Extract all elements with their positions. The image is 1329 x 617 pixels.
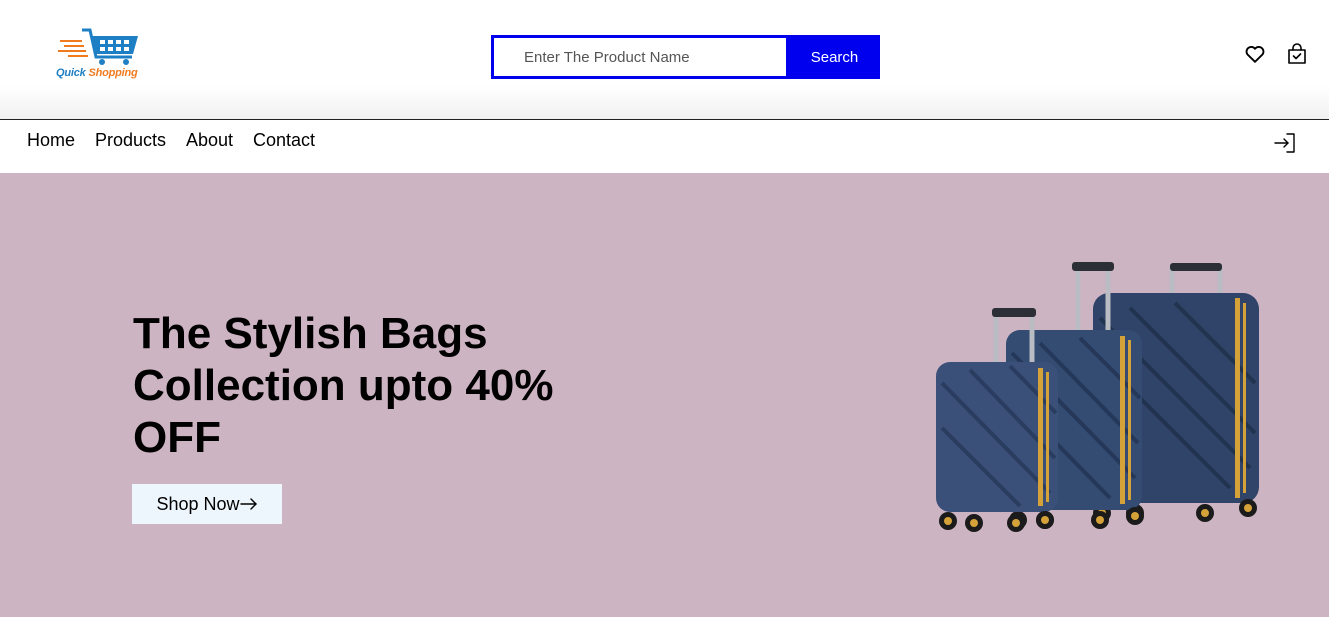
- luggage-set-image: [936, 262, 1259, 532]
- shopping-bag-icon[interactable]: [1285, 42, 1309, 66]
- logo-wordmark: Quick Shopping: [56, 67, 138, 79]
- search-input[interactable]: [491, 35, 789, 79]
- logo-word-quick: Quick: [56, 67, 86, 79]
- nav-item-contact[interactable]: Contact: [253, 130, 315, 151]
- search-form: Search: [491, 35, 880, 79]
- site-header: Quick Shopping Search: [0, 0, 1329, 119]
- search-button[interactable]: Search: [789, 35, 880, 79]
- nav-item-about[interactable]: About: [186, 130, 233, 151]
- heart-icon[interactable]: [1244, 43, 1266, 65]
- shopping-cart-logo-icon: [58, 28, 138, 65]
- site-logo[interactable]: Quick Shopping: [56, 27, 168, 81]
- hero-banner: The Stylish Bags Collection upto 40% OFF…: [0, 173, 1329, 617]
- arrow-right-icon: [239, 498, 257, 510]
- main-nav: Home Products About Contact: [0, 119, 1329, 173]
- nav-item-products[interactable]: Products: [95, 130, 166, 151]
- shop-now-label: Shop Now: [156, 493, 240, 514]
- logo-word-shopping: Shopping: [88, 67, 138, 79]
- shop-now-button[interactable]: Shop Now: [132, 484, 282, 524]
- hero-title: The Stylish Bags Collection upto 40% OFF: [133, 309, 554, 462]
- login-icon[interactable]: [1273, 131, 1297, 155]
- nav-item-home[interactable]: Home: [27, 130, 75, 151]
